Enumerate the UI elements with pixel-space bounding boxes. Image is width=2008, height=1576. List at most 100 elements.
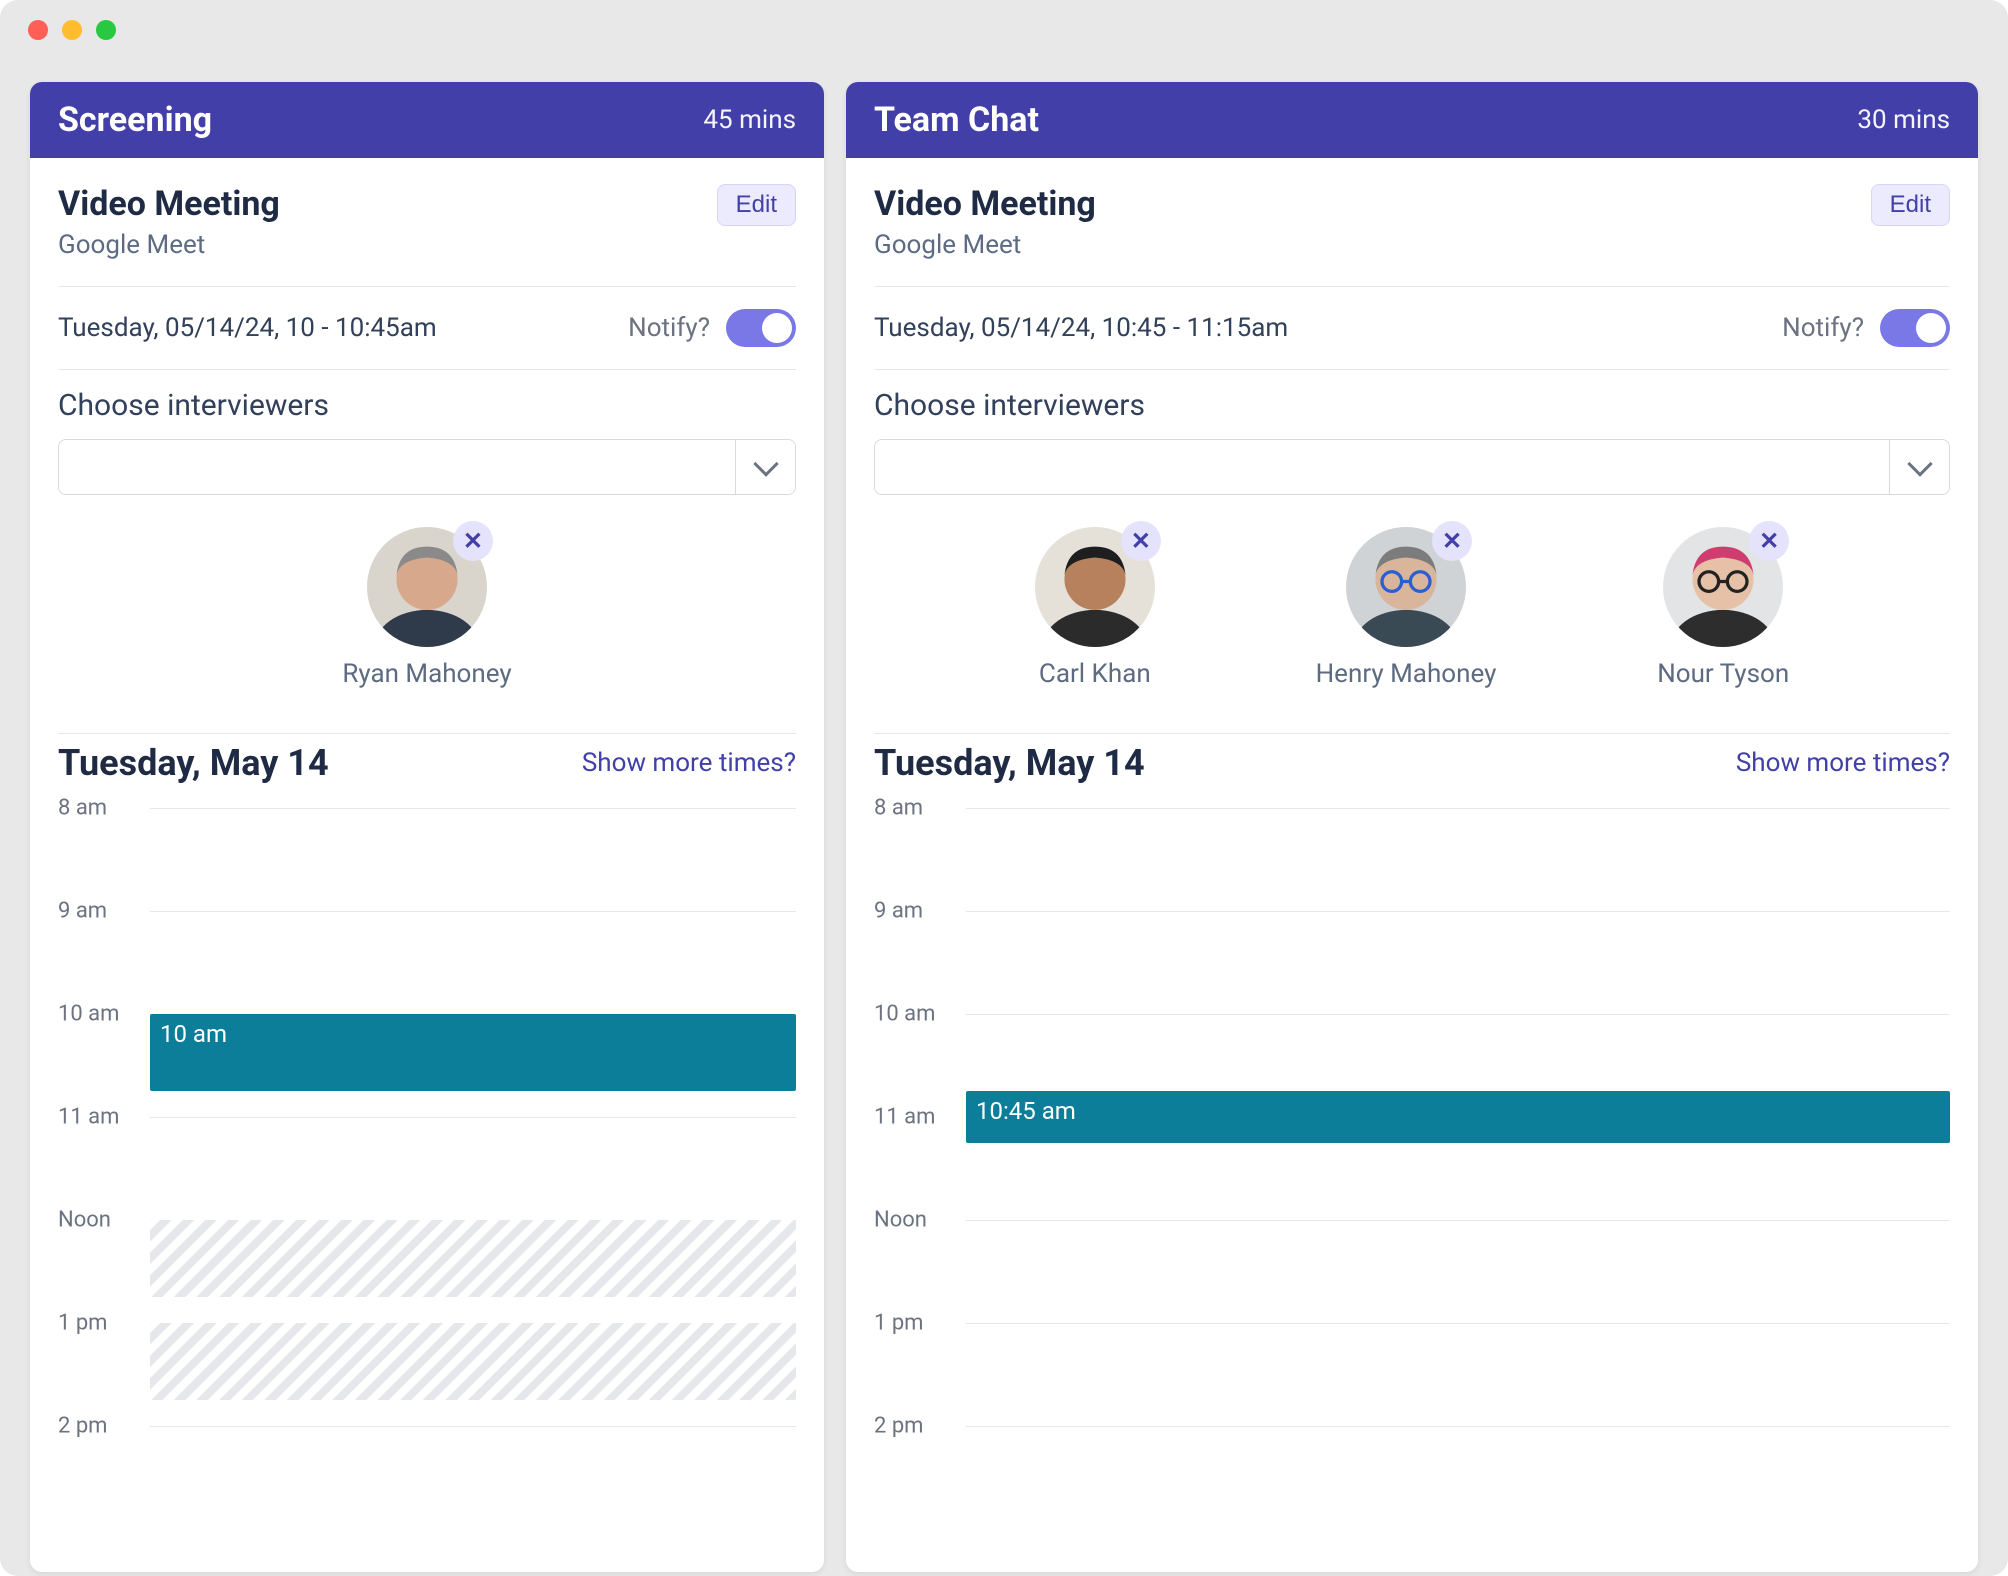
interviewer-combo-input[interactable]: [875, 440, 1889, 494]
hour-label: 9 am: [58, 899, 107, 924]
meeting-title: Video Meeting: [58, 184, 280, 224]
hour-label: Noon: [874, 1208, 927, 1233]
time-row: Tuesday, 05/14/24, 10:45 - 11:15am Notif…: [874, 287, 1950, 369]
hour-label: 2 pm: [874, 1414, 923, 1439]
remove-interviewer-button[interactable]: ✕: [453, 521, 493, 561]
window-zoom-dot[interactable]: [96, 20, 116, 40]
interviewer-name: Nour Tyson: [1657, 659, 1789, 689]
hour-label: 10 am: [874, 1002, 935, 1027]
show-more-times-link[interactable]: Show more times?: [1736, 748, 1950, 778]
hour-label: 10 am: [58, 1002, 119, 1027]
chevron-down-icon: [753, 451, 778, 476]
notify-label: Notify?: [628, 313, 710, 343]
timeline: 8 am9 am10 am11 amNoon1 pm2 pm10 am: [58, 808, 796, 1426]
time-range: Tuesday, 05/14/24, 10 - 10:45am: [58, 313, 437, 343]
meeting-row: Video Meeting Google Meet Edit: [874, 184, 1950, 286]
busy-block: [150, 1220, 796, 1297]
close-icon: ✕: [1442, 529, 1462, 553]
interviewer: ✕ Henry Mahoney: [1316, 527, 1497, 689]
avatar-wrap: ✕: [1663, 527, 1783, 647]
interviewer-combo-toggle[interactable]: [735, 440, 795, 494]
notify-wrap: Notify?: [628, 309, 796, 347]
hour-line: [150, 1117, 796, 1118]
notify-label: Notify?: [1782, 313, 1864, 343]
time-row: Tuesday, 05/14/24, 10 - 10:45am Notify?: [58, 287, 796, 369]
divider: [874, 733, 1950, 734]
hour-line: [966, 1014, 1950, 1015]
schedule-card: Screening 45 mins Video Meeting Google M…: [30, 82, 824, 1572]
avatar-wrap: ✕: [1035, 527, 1155, 647]
divider: [58, 733, 796, 734]
window-close-dot[interactable]: [28, 20, 48, 40]
interviewer: ✕ Carl Khan: [1035, 527, 1155, 689]
card-body: Video Meeting Google Meet Edit Tuesday, …: [30, 158, 824, 1572]
meeting-row: Video Meeting Google Meet Edit: [58, 184, 796, 286]
schedule-header: Tuesday, May 14 Show more times?: [874, 742, 1950, 784]
divider: [874, 369, 1950, 370]
interviewer-name: Henry Mahoney: [1316, 659, 1497, 689]
hour-label: 1 pm: [874, 1311, 923, 1336]
hour-label: 9 am: [874, 899, 923, 924]
interviewer-name: Carl Khan: [1039, 659, 1151, 689]
card-duration: 45 mins: [703, 105, 796, 135]
hour-label: 8 am: [58, 796, 107, 821]
avatar-wrap: ✕: [367, 527, 487, 647]
edit-button[interactable]: Edit: [1871, 184, 1950, 226]
hour-line: [150, 1426, 796, 1427]
choose-interviewers-label: Choose interviewers: [874, 388, 1950, 423]
schedule-header: Tuesday, May 14 Show more times?: [58, 742, 796, 784]
cards-row: Screening 45 mins Video Meeting Google M…: [0, 60, 2008, 1572]
close-icon: ✕: [463, 529, 483, 553]
schedule-card: Team Chat 30 mins Video Meeting Google M…: [846, 82, 1978, 1572]
interviewer: ✕ Nour Tyson: [1657, 527, 1789, 689]
interviewer-name: Ryan Mahoney: [342, 659, 511, 689]
time-labels: 8 am9 am10 am11 amNoon1 pm2 pm: [58, 808, 150, 1426]
interviewers-row: ✕ Ryan Mahoney: [58, 495, 796, 733]
avatar-wrap: ✕: [1346, 527, 1466, 647]
schedule-date-title: Tuesday, May 14: [58, 742, 329, 784]
hour-line: [966, 1220, 1950, 1221]
card-title: Team Chat: [874, 100, 1039, 140]
divider: [58, 369, 796, 370]
card-duration: 30 mins: [1857, 105, 1950, 135]
timeline: 8 am9 am10 am11 amNoon1 pm2 pm10:45 am: [874, 808, 1950, 1426]
close-icon: ✕: [1131, 529, 1151, 553]
interviewer-combo-input[interactable]: [59, 440, 735, 494]
meeting-provider: Google Meet: [874, 230, 1096, 260]
hour-line: [966, 1323, 1950, 1324]
show-more-times-link[interactable]: Show more times?: [582, 748, 796, 778]
schedule-date-title: Tuesday, May 14: [874, 742, 1145, 784]
interviewer-combo[interactable]: [58, 439, 796, 495]
card-title: Screening: [58, 100, 212, 140]
interviewer: ✕ Ryan Mahoney: [342, 527, 511, 689]
hour-line: [966, 911, 1950, 912]
remove-interviewer-button[interactable]: ✕: [1432, 521, 1472, 561]
event-time-label: 10:45 am: [976, 1097, 1076, 1125]
hour-line: [150, 808, 796, 809]
time-labels: 8 am9 am10 am11 amNoon1 pm2 pm: [874, 808, 966, 1426]
meeting-provider: Google Meet: [58, 230, 280, 260]
time-range: Tuesday, 05/14/24, 10:45 - 11:15am: [874, 313, 1288, 343]
hour-label: 1 pm: [58, 1311, 107, 1336]
hour-label: Noon: [58, 1208, 111, 1233]
event-time-label: 10 am: [160, 1020, 227, 1048]
notify-toggle[interactable]: [726, 309, 796, 347]
interviewer-combo-toggle[interactable]: [1889, 440, 1949, 494]
timeline-grid: 10 am: [150, 808, 796, 1426]
remove-interviewer-button[interactable]: ✕: [1749, 521, 1789, 561]
edit-button[interactable]: Edit: [717, 184, 796, 226]
card-header: Team Chat 30 mins: [846, 82, 1978, 158]
hour-label: 8 am: [874, 796, 923, 821]
hour-line: [966, 1426, 1950, 1427]
remove-interviewer-button[interactable]: ✕: [1121, 521, 1161, 561]
titlebar: [0, 0, 2008, 60]
event-block[interactable]: 10:45 am: [966, 1091, 1950, 1143]
notify-toggle[interactable]: [1880, 309, 1950, 347]
interviewers-row: ✕ Carl Khan ✕ Henry Mahoney: [874, 495, 1950, 733]
card-body: Video Meeting Google Meet Edit Tuesday, …: [846, 158, 1978, 1572]
hour-line: [150, 911, 796, 912]
interviewer-combo[interactable]: [874, 439, 1950, 495]
window-minimize-dot[interactable]: [62, 20, 82, 40]
hour-line: [966, 808, 1950, 809]
event-block[interactable]: 10 am: [150, 1014, 796, 1091]
